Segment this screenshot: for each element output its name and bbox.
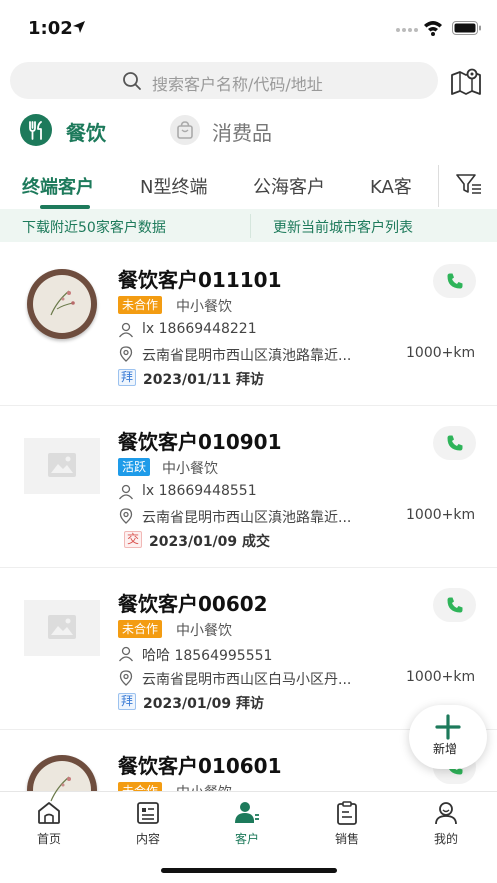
call-button[interactable] <box>433 264 476 298</box>
person-icon <box>118 646 134 662</box>
phone-icon <box>447 273 463 289</box>
customer-name: 餐饮客户011101 <box>118 268 282 292</box>
customer-name: 餐饮客户00602 <box>118 592 268 616</box>
customer-card[interactable]: 餐饮客户011101 未合作 中小餐饮 lx 18669448221 云南省昆明… <box>0 244 497 406</box>
shopping-bag-icon <box>170 115 200 145</box>
status-bar: 1:02 <box>0 0 497 58</box>
customer-contact: lx 18669448551 <box>142 483 257 499</box>
customer-contact: 哈哈 18564995551 <box>142 648 273 664</box>
tab-divider <box>438 165 439 207</box>
tab-ka-customers[interactable]: KA客 <box>370 173 412 199</box>
download-nearby-button[interactable]: 下载附近50家客户数据 <box>22 217 166 237</box>
customer-name: 餐饮客户010901 <box>118 430 282 454</box>
search-icon <box>123 72 141 90</box>
nav-item-profile[interactable]: 我的 <box>416 800 476 848</box>
call-button[interactable] <box>433 588 476 622</box>
tab-n-type-terminal[interactable]: N型终端 <box>140 173 207 199</box>
sales-icon <box>337 801 357 825</box>
nav-label: 销售 <box>334 832 359 846</box>
visit-badge: 拜 <box>118 693 137 710</box>
action-divider <box>250 214 251 238</box>
call-button[interactable] <box>433 426 476 460</box>
customer-card[interactable]: 餐饮客户010901 活跃 中小餐饮 lx 18669448551 云南省昆明市… <box>0 406 497 568</box>
business-tab-label: 消费品 <box>212 121 272 145</box>
nav-item-sales[interactable]: 销售 <box>317 800 377 848</box>
customer-photo-placeholder <box>24 590 100 666</box>
location-pin-icon <box>119 670 133 686</box>
search-input[interactable]: 搜索客户名称/代码/地址 <box>10 62 438 99</box>
search-placeholder: 搜索客户名称/代码/地址 <box>152 75 323 94</box>
customer-photo <box>24 266 100 342</box>
customer-distance: 1000+km <box>406 669 476 685</box>
nav-label: 客户 <box>234 832 259 846</box>
customer-address: 云南省昆明市西山区滇池路靠近... <box>142 510 352 526</box>
battery-icon <box>452 21 481 35</box>
plus-icon <box>435 714 461 740</box>
location-arrow-icon <box>73 21 85 33</box>
image-placeholder-icon <box>48 615 76 639</box>
customer-address: 云南省昆明市西山区滇池路靠近... <box>142 348 352 364</box>
add-customer-label: 新增 <box>433 742 458 756</box>
visit-badge: 拜 <box>118 369 137 386</box>
deal-badge: 交 <box>124 531 143 548</box>
customer-card[interactable]: 餐饮客户00602 未合作 中小餐饮 哈哈 18564995551 云南省昆明市… <box>0 568 497 730</box>
nav-item-customers[interactable]: 客户 <box>217 800 277 848</box>
customer-type: 中小餐饮 <box>176 623 232 639</box>
customer-contact: lx 18669448221 <box>142 321 257 337</box>
customer-type: 中小餐饮 <box>162 461 218 477</box>
customer-photo-placeholder <box>24 428 100 504</box>
last-visit: 2023/01/11 拜访 <box>143 372 265 388</box>
customer-distance: 1000+km <box>406 345 476 361</box>
wifi-icon <box>424 21 442 36</box>
last-visit: 2023/01/09 拜访 <box>143 696 265 712</box>
image-placeholder-icon <box>48 453 76 477</box>
signal-icon <box>396 28 418 32</box>
data-action-bar: 下载附近50家客户数据 更新当前城市客户列表 <box>0 209 497 242</box>
content-icon <box>137 802 159 824</box>
customer-name: 餐饮客户010601 <box>118 754 282 778</box>
nav-label: 首页 <box>36 832 61 846</box>
tab-public-pool-customers[interactable]: 公海客户 <box>253 173 325 199</box>
last-visit: 2023/01/09 成交 <box>149 534 271 550</box>
business-tab-label: 餐饮 <box>66 121 106 145</box>
add-customer-button[interactable]: 新增 <box>409 705 487 769</box>
location-pin-icon <box>119 346 133 362</box>
update-city-list-button[interactable]: 更新当前城市客户列表 <box>273 217 413 237</box>
phone-icon <box>447 597 463 613</box>
profile-icon <box>435 802 457 825</box>
status-badge: 未合作 <box>118 296 163 314</box>
phone-icon <box>447 435 463 451</box>
nav-item-content[interactable]: 内容 <box>118 800 178 848</box>
customer-distance: 1000+km <box>406 507 476 523</box>
home-indicator <box>161 868 337 873</box>
map-icon[interactable] <box>450 66 482 96</box>
utensils-icon <box>20 114 52 146</box>
customer-category-tabs: 终端客户 N型终端 公海客户 KA客 <box>0 163 497 209</box>
tab-terminal-customers[interactable]: 终端客户 <box>22 173 94 199</box>
nav-label: 内容 <box>135 832 160 846</box>
customer-icon <box>235 802 259 823</box>
filter-icon[interactable] <box>456 173 482 195</box>
location-pin-icon <box>119 508 133 524</box>
status-badge: 未合作 <box>118 620 163 638</box>
customer-address: 云南省昆明市西山区白马小区丹... <box>142 672 352 688</box>
person-icon <box>118 484 134 500</box>
status-time: 1:02 <box>28 18 73 39</box>
person-icon <box>118 322 134 338</box>
nav-label: 我的 <box>433 832 458 846</box>
status-badge: 活跃 <box>118 458 151 476</box>
customer-type: 中小餐饮 <box>176 299 232 315</box>
